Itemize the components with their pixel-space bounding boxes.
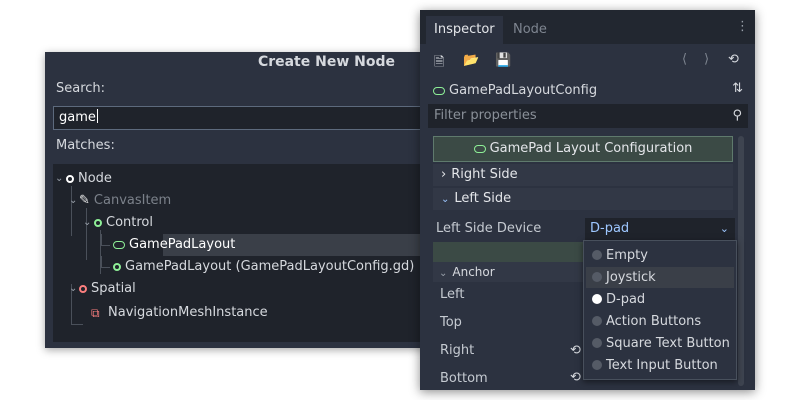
filter-placeholder: Filter properties xyxy=(434,108,537,123)
create-new-node-dialog: Create New Node Search: game Matches: ⌄ … xyxy=(45,52,435,348)
matches-tree[interactable]: ⌄ Node ⌄ ✎ CanvasItem ⌄ Control GamePadLa… xyxy=(53,164,435,342)
category-label: Right Side xyxy=(451,167,518,182)
tree-label: Control xyxy=(106,215,153,230)
radio-selected-icon xyxy=(592,294,602,304)
history-back-icon[interactable]: ⟨ xyxy=(682,52,687,67)
tree-row-gamepadlayout-script[interactable]: GamePadLayout (GamePadLayoutConfig.gd) xyxy=(53,256,435,278)
option-dpad[interactable]: D-pad xyxy=(586,289,734,310)
anchor-right-label: Right xyxy=(440,343,475,358)
option-action-buttons[interactable]: Action Buttons xyxy=(586,311,734,332)
search-value: game xyxy=(59,110,96,125)
history-icon[interactable]: ⟲ xyxy=(728,52,739,67)
tree-row-navmesh[interactable]: ⧉ NavigationMeshInstance xyxy=(53,302,435,324)
tree-row-control[interactable]: ⌄ Control xyxy=(53,212,435,234)
new-resource-icon[interactable]: 🗎 xyxy=(434,53,444,75)
radio-icon xyxy=(592,272,602,282)
radio-icon xyxy=(592,316,602,326)
tree-label: Node xyxy=(78,171,112,186)
anchor-top-label: Top xyxy=(440,315,462,330)
option-label: Joystick xyxy=(606,270,656,285)
radio-icon xyxy=(592,360,602,370)
reset-icon[interactable]: ⟲ xyxy=(570,343,581,358)
chevron-down-icon[interactable]: ⌄ xyxy=(69,278,77,300)
chevron-down-icon[interactable]: ⌄ xyxy=(69,190,77,212)
control-circle-icon xyxy=(94,219,102,227)
search-label: Search: xyxy=(56,81,106,96)
device-value: D-pad xyxy=(590,221,630,236)
anchor-bottom-label: Bottom xyxy=(440,371,488,386)
tree-label: NavigationMeshInstance xyxy=(108,305,268,320)
chevron-down-icon: ⌄ xyxy=(441,194,450,205)
gamepad-icon xyxy=(433,87,445,95)
anchor-label: Anchor xyxy=(452,265,495,279)
search-icon: ⚲ xyxy=(732,108,742,123)
dialog-title: Create New Node xyxy=(257,54,395,70)
option-empty[interactable]: Empty xyxy=(586,245,734,266)
radio-icon xyxy=(592,250,602,260)
chevron-down-icon: ⌄ xyxy=(719,222,729,235)
search-input[interactable]: game xyxy=(53,106,435,130)
chevron-down-icon: ⌄ xyxy=(439,268,448,279)
tree-row-spatial[interactable]: ⌄ Spatial xyxy=(53,278,435,300)
option-label: Action Buttons xyxy=(606,314,702,329)
tree-label: GamePadLayout xyxy=(129,237,236,252)
option-label: Square Text Button xyxy=(606,336,730,351)
tree-row-canvasitem[interactable]: ⌄ ✎ CanvasItem xyxy=(53,190,435,212)
chevron-down-icon[interactable]: ⌄ xyxy=(83,212,91,234)
tree-label: Spatial xyxy=(91,281,136,296)
save-icon[interactable]: 💾 xyxy=(495,53,511,68)
spatial-circle-icon xyxy=(79,285,87,293)
object-selector[interactable]: GamePadLayoutConfig ⇅ xyxy=(420,76,755,102)
section-header: GamePad Layout Configuration xyxy=(433,136,733,162)
device-options-popup: Empty Joystick D-pad Action Buttons Squa… xyxy=(583,240,737,380)
brush-icon: ✎ xyxy=(79,193,90,208)
option-label: Empty xyxy=(606,248,648,263)
inspector-scrollbar[interactable] xyxy=(738,136,744,386)
section-title: GamePad Layout Configuration xyxy=(489,141,693,156)
tree-branch-line xyxy=(101,234,110,246)
navmesh-icon: ⧉ xyxy=(91,306,100,320)
tab-inspector[interactable]: Inspector xyxy=(426,16,503,44)
option-label: D-pad xyxy=(606,292,646,307)
tree-label: GamePadLayout (GamePadLayoutConfig.gd) xyxy=(125,259,415,274)
gamepad-icon xyxy=(113,241,125,249)
anchor-left-label: Left xyxy=(440,287,465,302)
reset-icon[interactable]: ⟲ xyxy=(570,370,581,385)
inspector-tab-bar: Inspector Node ⋮ xyxy=(420,10,755,44)
chevron-right-icon: › xyxy=(441,167,447,182)
category-right-side[interactable]: › Right Side xyxy=(433,164,733,186)
tree-row-gamepadlayout-content[interactable]: GamePadLayout xyxy=(53,234,435,256)
left-side-device-dropdown[interactable]: D-pad ⌄ xyxy=(585,218,735,240)
matches-label: Matches: xyxy=(56,138,115,153)
history-forward-icon[interactable]: ⟩ xyxy=(704,52,709,67)
object-name: GamePadLayoutConfig xyxy=(449,83,598,98)
text-caret xyxy=(96,109,98,123)
tree-row-node[interactable]: ⌄ Node xyxy=(53,168,435,190)
option-label: Text Input Button xyxy=(606,358,718,373)
radio-icon xyxy=(592,338,602,348)
tree-label: CanvasItem xyxy=(93,193,172,208)
more-options-icon[interactable]: ⋮ xyxy=(736,19,749,34)
category-label: Left Side xyxy=(454,191,512,206)
filter-properties-input[interactable]: Filter properties ⚲ xyxy=(428,104,748,128)
left-side-device-label: Left Side Device xyxy=(436,221,542,236)
open-folder-icon[interactable]: 📂 xyxy=(463,53,479,68)
object-properties-icon[interactable]: ⇅ xyxy=(732,81,743,96)
node-circle-icon xyxy=(66,175,74,183)
option-joystick[interactable]: Joystick xyxy=(586,267,734,288)
tree-guide-line xyxy=(71,324,83,325)
gamepad-icon xyxy=(473,145,486,153)
tree-branch-line xyxy=(101,256,110,268)
option-square-text-button[interactable]: Square Text Button xyxy=(586,333,734,354)
control-circle-icon xyxy=(113,263,121,271)
option-text-input-button[interactable]: Text Input Button xyxy=(586,355,734,376)
category-left-side[interactable]: ⌄ Left Side xyxy=(433,188,733,210)
tab-node[interactable]: Node xyxy=(505,16,555,44)
chevron-down-icon[interactable]: ⌄ xyxy=(55,168,63,190)
